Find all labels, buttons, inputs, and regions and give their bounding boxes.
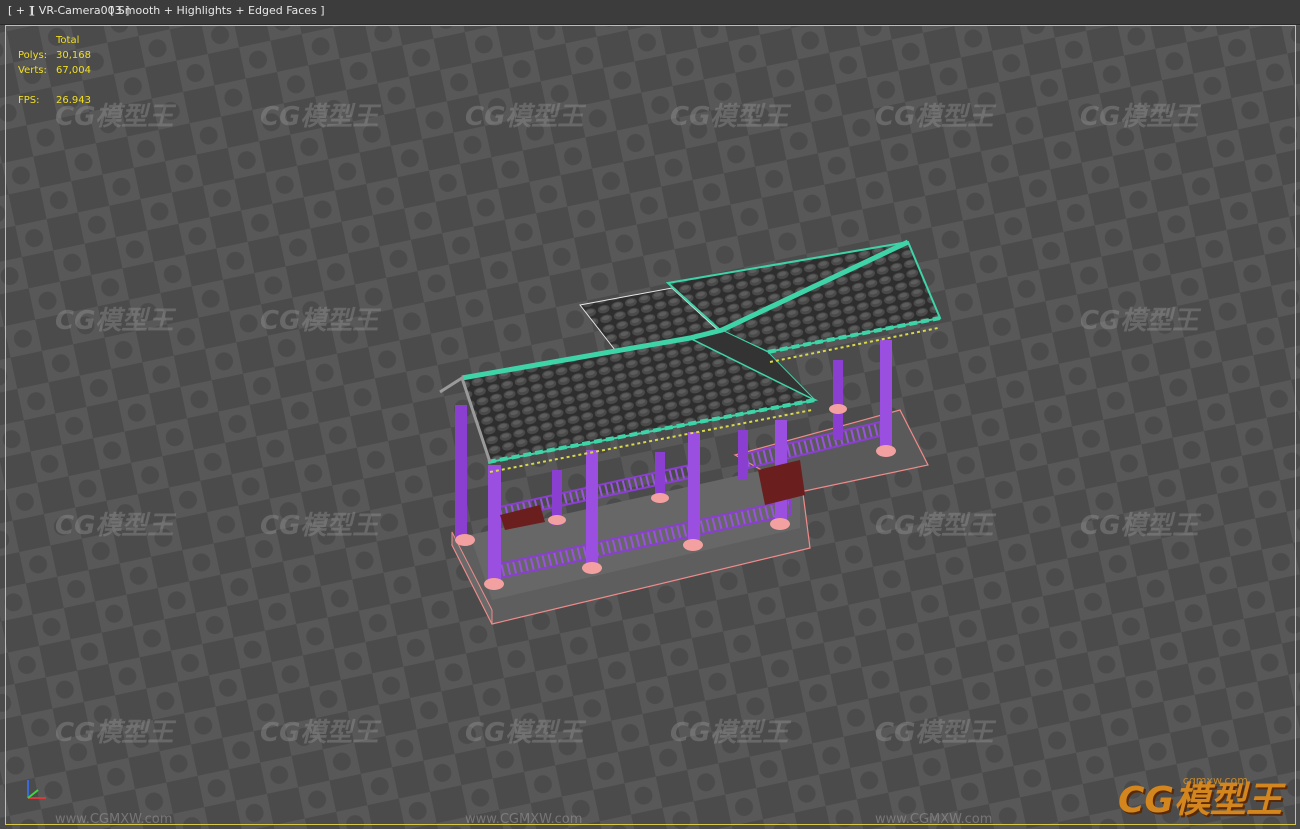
viewport-label-bar: [ + ] [ VR-Camera003 ] [ Smooth + Highli… xyxy=(0,0,1300,25)
watermark-logo: CG模型王 xyxy=(55,718,174,748)
fps-label: FPS: xyxy=(18,95,40,106)
watermark-logo: CG模型王 xyxy=(260,511,379,541)
watermark-logo: CG模型王 xyxy=(1080,306,1199,336)
statistics-overlay: Total Polys: 30,168 Verts: 67,004 FPS: 26.9… xyxy=(18,33,138,108)
watermark-logo: CG模型王 xyxy=(875,102,994,132)
polys-value: 30,168 xyxy=(56,50,91,61)
watermark-url: www.CGMXW.com xyxy=(465,812,583,827)
brand-logo: CG模型王 xyxy=(1118,780,1282,821)
watermark-logo: CG模型王 xyxy=(260,718,379,748)
watermark-url: www.CGMXW.com xyxy=(55,812,173,827)
watermark-logo: CG模型王 xyxy=(670,718,789,748)
3d-viewport[interactable]: [ + ] [ VR-Camera003 ] [ Smooth + Highli… xyxy=(0,0,1300,829)
watermark-logo: CG模型王 xyxy=(260,102,379,132)
axis-gizmo-icon xyxy=(20,776,60,810)
watermark-logo: CG模型王 xyxy=(465,102,584,132)
watermark-logo: CG模型王 xyxy=(875,511,994,541)
watermark-logo: CG模型王 xyxy=(55,306,174,336)
viewport-menu-plus[interactable]: [ + ] xyxy=(8,4,33,17)
verts-label: Verts: xyxy=(18,65,47,76)
viewport-shading-label[interactable]: [ Smooth + Highlights + Edged Faces ] xyxy=(110,4,325,17)
watermark-logo: CG模型王 xyxy=(260,306,379,336)
watermark-logo: CG模型王 xyxy=(670,102,789,132)
watermark-logo: CG模型王 xyxy=(465,718,584,748)
watermark-logo: CG模型王 xyxy=(1080,102,1199,132)
polys-label: Polys: xyxy=(18,50,48,61)
verts-value: 67,004 xyxy=(56,65,91,76)
watermark-logo: CG模型王 xyxy=(1080,511,1199,541)
watermark-logo: CG模型王 xyxy=(55,511,174,541)
stats-total-header: Total xyxy=(56,35,80,46)
fps-value: 26.943 xyxy=(56,95,91,106)
watermark-logo: CG模型王 xyxy=(875,718,994,748)
watermark-url: www.CGMXW.com xyxy=(875,812,993,827)
